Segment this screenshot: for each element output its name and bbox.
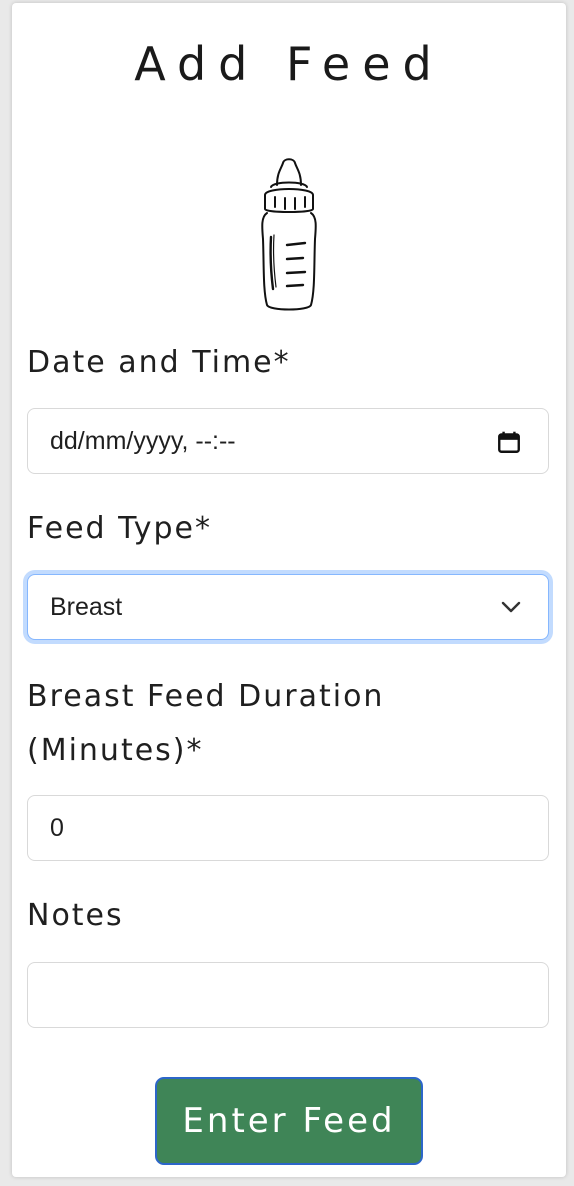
feed-type-label: Feed Type* <box>27 511 213 546</box>
notes-label: Notes <box>27 898 124 933</box>
duration-label: Breast Feed Duration (Minutes)* <box>27 670 384 778</box>
duration-value: 0 <box>50 813 64 842</box>
page-title: Add Feed <box>134 37 444 91</box>
add-feed-card: Add Feed Date and Time* dd/mm/yyyy, --:-… <box>12 3 566 1177</box>
datetime-placeholder: dd/mm/yyyy, --:-- <box>50 426 236 455</box>
duration-label-line2: (Minutes)* <box>27 733 204 768</box>
feed-type-value: Breast <box>50 592 123 621</box>
duration-input[interactable]: 0 <box>27 795 549 861</box>
feed-type-select[interactable]: Breast <box>27 574 549 640</box>
enter-feed-button[interactable]: Enter Feed <box>155 1077 423 1165</box>
duration-label-line1: Breast Feed Duration <box>27 679 385 714</box>
chevron-down-icon <box>501 601 521 613</box>
baby-bottle-icon <box>261 158 317 311</box>
calendar-icon[interactable] <box>496 429 522 455</box>
datetime-label: Date and Time* <box>27 345 291 380</box>
notes-input[interactable] <box>27 962 549 1028</box>
datetime-input[interactable]: dd/mm/yyyy, --:-- <box>27 408 549 474</box>
